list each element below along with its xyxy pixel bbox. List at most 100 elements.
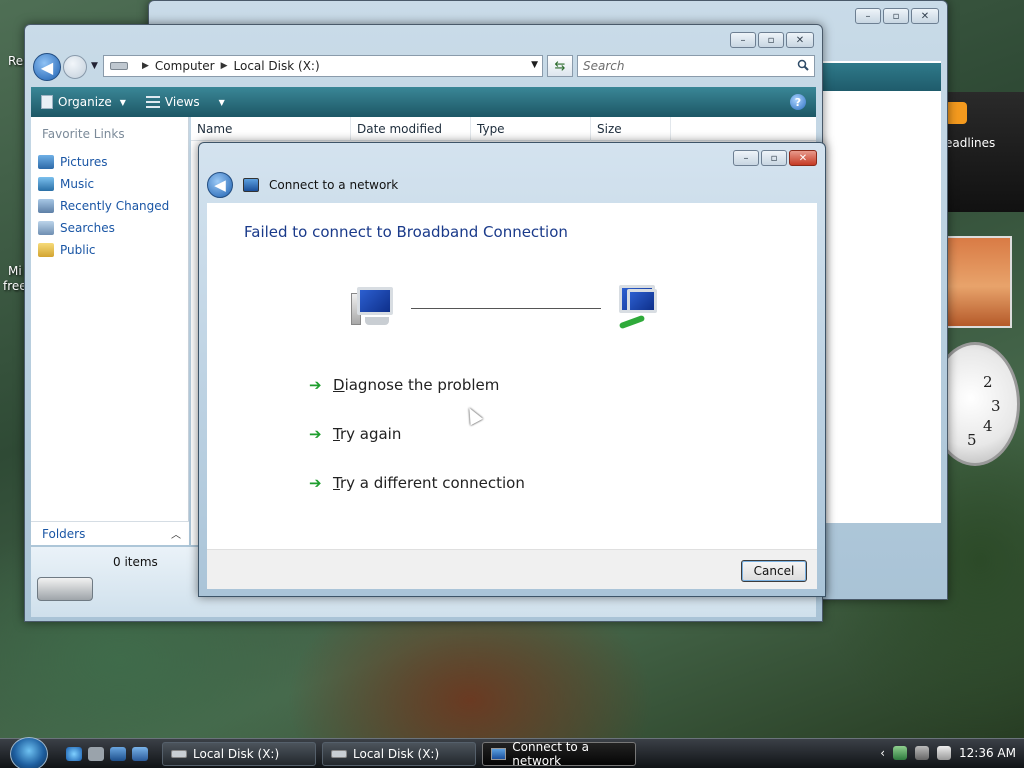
background-window-toolbar [823,63,941,91]
computer-icon [351,287,399,329]
connect-network-dialog[interactable]: – ▫ ✕ ◀ Connect to a network Failed to c… [198,142,826,597]
taskbar-button-connect-network[interactable]: Connect to a network [482,740,636,768]
taskbar-button-label: Connect to a network [512,740,589,768]
slideshow-gadget[interactable] [944,236,1012,328]
sidebar-item-searches[interactable]: Searches [38,217,169,239]
try-again-link[interactable]: ➔ Try again [309,425,401,443]
column-size[interactable]: Size [591,116,671,141]
forward-button[interactable] [63,55,87,79]
address-row: ◀ ▼ ▶ Computer ▶ Local Disk (X:) ▼ ⇆ Sea… [31,53,816,83]
chevron-down-icon: ▼ [119,97,126,107]
drive-icon [110,62,128,70]
chevron-down-icon: ▼ [218,97,225,107]
users-icon[interactable] [893,746,908,760]
minimize-button[interactable]: – [855,8,881,24]
clock-number: 3 [991,397,1001,415]
desktop-icon-label-mi[interactable]: Mi [8,264,22,278]
organize-button[interactable]: Organize ▼ [31,95,136,109]
feed-gadget-label: eadlines [945,136,996,150]
recently-changed-icon [38,199,54,213]
minimize-button[interactable]: – [733,150,759,166]
search-placeholder: Search [583,59,625,73]
sidebar-item-music[interactable]: Music [38,173,169,195]
maximize-button[interactable]: ▫ [758,32,784,48]
sidebar-item-public[interactable]: Public [38,239,169,261]
views-label: Views [164,95,200,109]
feed-headlines-gadget[interactable]: eadlines [940,92,1024,212]
taskbar-button-label: Local Disk (X:) [353,747,440,761]
column-headers: Name Date modified Type Size [191,116,816,141]
back-button[interactable]: ◀ [207,172,233,198]
sidebar-item-label: Music [60,177,95,191]
background-window-content [823,61,941,523]
column-type[interactable]: Type [471,116,591,141]
column-name[interactable]: Name [191,116,351,141]
favorite-links-list: Pictures Music Recently Changed Searches… [38,151,169,261]
folder-icon [38,243,54,257]
taskbar-button-local-disk[interactable]: Local Disk (X:) [322,742,476,766]
sidebar-item-recently-changed[interactable]: Recently Changed [38,195,169,217]
close-button[interactable]: ✕ [789,150,817,166]
search-icon[interactable] [797,59,809,71]
media-icon[interactable] [88,747,104,761]
clock-time[interactable]: 12:36 AM [959,746,1016,760]
refresh-button[interactable]: ⇆ [547,55,573,77]
sidebar-item-pictures[interactable]: Pictures [38,151,169,173]
link-text: ry a different connection [339,474,525,492]
failure-heading: Failed to connect to Broadband Connectio… [244,223,568,241]
rss-feed-icon [945,102,967,124]
taskbar-button-local-disk[interactable]: Local Disk (X:) [162,742,316,766]
close-button[interactable]: ✕ [786,32,814,48]
minimize-button[interactable]: – [730,32,756,48]
music-icon [38,177,54,191]
dialog-footer: Cancel [207,549,817,589]
sidebar-item-label: Public [60,243,96,257]
column-date-modified[interactable]: Date modified [351,116,471,141]
help-button[interactable]: ? [790,94,806,110]
back-button[interactable]: ◀ [33,53,61,81]
window-controls: – ▫ ✕ [733,150,817,166]
diagnose-problem-link[interactable]: ➔ Diagnose the problem [309,376,499,394]
favorite-links-heading: Favorite Links [42,127,125,141]
command-bar: Organize ▼ Views ▼ ? [31,87,816,117]
address-dropdown-icon[interactable]: ▼ [531,60,538,70]
arrow-right-icon: ➔ [309,425,322,443]
search-input[interactable]: Search [577,55,815,77]
drive-icon [331,750,347,758]
close-button[interactable]: ✕ [911,8,939,24]
desktop-icon-label-recycle[interactable]: Re [8,54,23,68]
dialog-title: Connect to a network [269,178,399,192]
breadcrumb-local-disk[interactable]: Local Disk (X:) [234,59,320,73]
cancel-button[interactable]: Cancel [741,560,807,582]
access-key-letter: T [333,425,340,443]
access-key-letter: T [333,474,340,492]
folders-toggle[interactable]: Folders ︿ [31,521,189,545]
switch-windows-icon[interactable] [132,747,148,761]
breadcrumb-chevron-icon[interactable]: ▶ [142,61,149,71]
start-button[interactable] [10,737,48,768]
breadcrumb-chevron-icon[interactable]: ▶ [221,61,228,71]
dialog-header: ◀ Connect to a network [207,171,398,199]
volume-muted-icon[interactable] [937,746,952,760]
show-desktop-icon[interactable] [110,747,126,761]
organize-label: Organize [58,95,112,109]
internet-explorer-icon[interactable] [66,747,82,761]
address-bar[interactable]: ▶ Computer ▶ Local Disk (X:) ▼ [103,55,543,77]
clock-number: 2 [983,373,993,391]
window-controls: – ▫ ✕ [730,32,814,48]
taskbar-button-label: Local Disk (X:) [193,747,280,761]
maximize-button[interactable]: ▫ [883,8,909,24]
network-icon [491,748,507,760]
try-different-connection-link[interactable]: ➔ Try a different connection [309,474,525,492]
recent-pages-dropdown[interactable]: ▼ [91,61,98,71]
network-status-icon[interactable] [915,746,930,760]
sidebar-item-label: Searches [60,221,115,235]
window-controls: – ▫ ✕ [855,8,939,24]
views-button[interactable]: Views ▼ [136,95,235,109]
show-hidden-icons-chevron-icon[interactable]: ‹ [880,746,885,760]
sidebar-item-label: Pictures [60,155,108,169]
maximize-button[interactable]: ▫ [761,150,787,166]
clock-number: 4 [983,417,993,435]
chevron-up-icon: ︿ [171,530,181,541]
breadcrumb-computer[interactable]: Computer [155,59,215,73]
